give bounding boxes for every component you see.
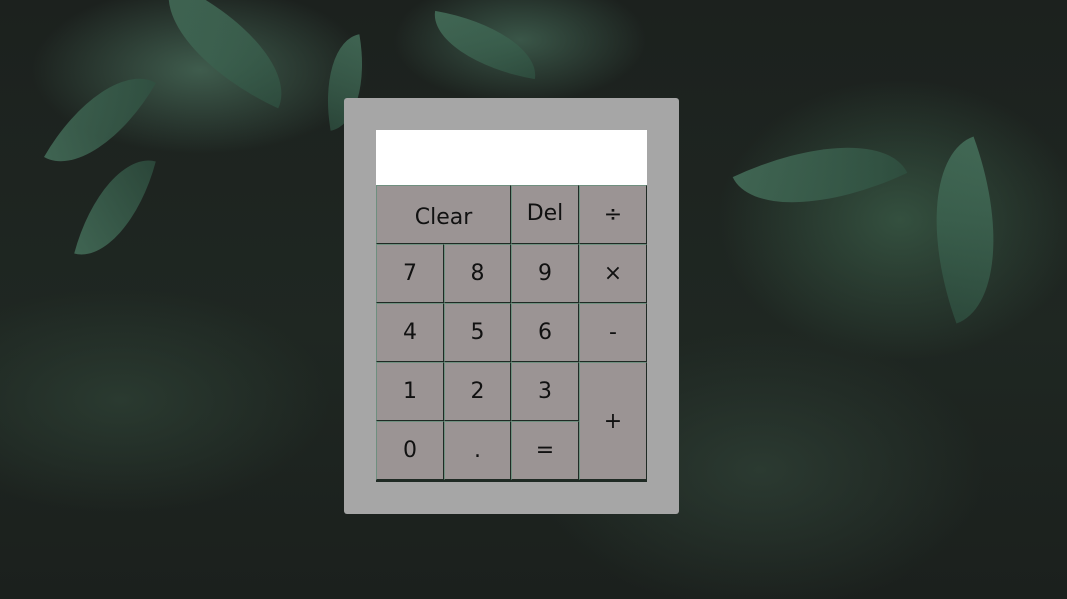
leaf-decoration: [142, 0, 308, 109]
leaf-decoration: [74, 147, 156, 268]
digit-0-button[interactable]: 0: [376, 421, 444, 480]
leaf-decoration: [898, 136, 1032, 324]
equals-button[interactable]: =: [511, 421, 579, 480]
digit-2-button[interactable]: 2: [444, 362, 511, 421]
keypad: Clear Del ÷ 7 8 9 × 4 5 6 - 1 2 3 + 0 . …: [376, 185, 647, 482]
digit-7-button[interactable]: 7: [376, 244, 444, 303]
calculator-panel: Clear Del ÷ 7 8 9 × 4 5 6 - 1 2 3 + 0 . …: [344, 98, 679, 514]
digit-5-button[interactable]: 5: [444, 303, 511, 362]
subtract-button[interactable]: -: [579, 303, 647, 362]
digit-1-button[interactable]: 1: [376, 362, 444, 421]
digit-3-button[interactable]: 3: [511, 362, 579, 421]
add-button[interactable]: +: [579, 362, 647, 480]
decimal-point-button[interactable]: .: [444, 421, 511, 480]
digit-8-button[interactable]: 8: [444, 244, 511, 303]
clear-button[interactable]: Clear: [376, 185, 511, 244]
leaf-decoration: [732, 109, 908, 241]
digit-6-button[interactable]: 6: [511, 303, 579, 362]
digit-4-button[interactable]: 4: [376, 303, 444, 362]
calculator-display[interactable]: [376, 130, 647, 185]
delete-button[interactable]: Del: [511, 185, 579, 244]
multiply-button[interactable]: ×: [579, 244, 647, 303]
divide-button[interactable]: ÷: [579, 185, 647, 244]
digit-9-button[interactable]: 9: [511, 244, 579, 303]
leaf-decoration: [426, 10, 544, 80]
